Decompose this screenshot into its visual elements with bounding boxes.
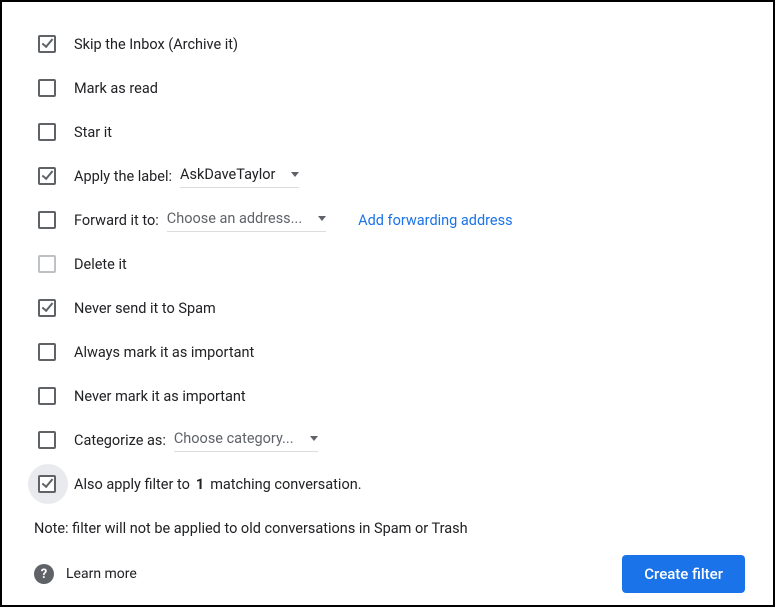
- create-filter-button[interactable]: Create filter: [622, 555, 745, 593]
- also-apply-prefix: Also apply filter to: [74, 476, 190, 493]
- forward-checkbox[interactable]: [38, 211, 56, 229]
- checkbox-wrap: [30, 431, 74, 449]
- learn-more-link[interactable]: Learn more: [66, 566, 137, 582]
- option-also-apply: Also apply filter to 1 matching conversa…: [30, 462, 745, 506]
- forward-label: Forward it to:: [74, 212, 159, 229]
- checkbox-wrap: [30, 211, 74, 229]
- forward-select[interactable]: Choose an address...: [167, 208, 326, 232]
- checkbox-wrap: [30, 167, 74, 185]
- also-apply-count: 1: [196, 476, 204, 493]
- categorize-text: Categorize as: Choose category...: [74, 428, 318, 452]
- skip-inbox-checkbox[interactable]: [38, 35, 56, 53]
- checkbox-wrap: [30, 343, 74, 361]
- categorize-value: Choose category...: [174, 430, 294, 447]
- apply-label-label: Apply the label:: [74, 168, 172, 185]
- mark-read-checkbox[interactable]: [38, 79, 56, 97]
- checkbox-wrap: [30, 475, 74, 493]
- apply-label-text: Apply the label: AskDaveTaylor: [74, 164, 299, 188]
- apply-label-select[interactable]: AskDaveTaylor: [180, 164, 299, 188]
- option-star: Star it: [30, 110, 745, 154]
- checkbox-wrap: [30, 79, 74, 97]
- learn-more-group: ? Learn more: [34, 564, 137, 584]
- option-categorize: Categorize as: Choose category...: [30, 418, 745, 462]
- checkbox-wrap: [30, 387, 74, 405]
- apply-label-value: AskDaveTaylor: [180, 166, 275, 183]
- apply-label-checkbox[interactable]: [38, 167, 56, 185]
- option-always-important: Always mark it as important: [30, 330, 745, 374]
- chevron-down-icon: [310, 436, 318, 441]
- never-important-label: Never mark it as important: [74, 388, 246, 405]
- delete-checkbox[interactable]: [38, 255, 56, 273]
- skip-inbox-label: Skip the Inbox (Archive it): [74, 36, 238, 53]
- always-important-label: Always mark it as important: [74, 344, 254, 361]
- mark-read-label: Mark as read: [74, 80, 158, 97]
- option-delete: Delete it: [30, 242, 745, 286]
- checkbox-wrap: [30, 255, 74, 273]
- also-apply-label: Also apply filter to 1 matching conversa…: [74, 476, 362, 493]
- always-important-checkbox[interactable]: [38, 343, 56, 361]
- add-forwarding-link[interactable]: Add forwarding address: [358, 212, 512, 229]
- help-icon[interactable]: ?: [34, 564, 54, 584]
- option-never-important: Never mark it as important: [30, 374, 745, 418]
- checkbox-wrap: [30, 123, 74, 141]
- filter-note: Note: filter will not be applied to old …: [30, 520, 745, 537]
- option-skip-inbox: Skip the Inbox (Archive it): [30, 22, 745, 66]
- chevron-down-icon: [291, 172, 299, 177]
- footer-row: ? Learn more Create filter: [30, 555, 745, 593]
- option-forward: Forward it to: Choose an address... Add …: [30, 198, 745, 242]
- delete-label: Delete it: [74, 256, 127, 273]
- categorize-checkbox[interactable]: [38, 431, 56, 449]
- categorize-label: Categorize as:: [74, 432, 166, 449]
- checkbox-wrap: [30, 299, 74, 317]
- forward-value: Choose an address...: [167, 210, 302, 227]
- filter-actions-panel: Skip the Inbox (Archive it) Mark as read…: [0, 0, 775, 607]
- option-apply-label: Apply the label: AskDaveTaylor: [30, 154, 745, 198]
- star-label: Star it: [74, 124, 112, 141]
- option-mark-read: Mark as read: [30, 66, 745, 110]
- chevron-down-icon: [318, 216, 326, 221]
- also-apply-suffix: matching conversation.: [210, 476, 361, 493]
- categorize-select[interactable]: Choose category...: [174, 428, 318, 452]
- option-never-spam: Never send it to Spam: [30, 286, 745, 330]
- also-apply-checkbox[interactable]: [38, 475, 56, 493]
- checkbox-wrap: [30, 35, 74, 53]
- never-spam-checkbox[interactable]: [38, 299, 56, 317]
- forward-text: Forward it to: Choose an address...: [74, 208, 326, 232]
- never-spam-label: Never send it to Spam: [74, 300, 216, 317]
- star-checkbox[interactable]: [38, 123, 56, 141]
- never-important-checkbox[interactable]: [38, 387, 56, 405]
